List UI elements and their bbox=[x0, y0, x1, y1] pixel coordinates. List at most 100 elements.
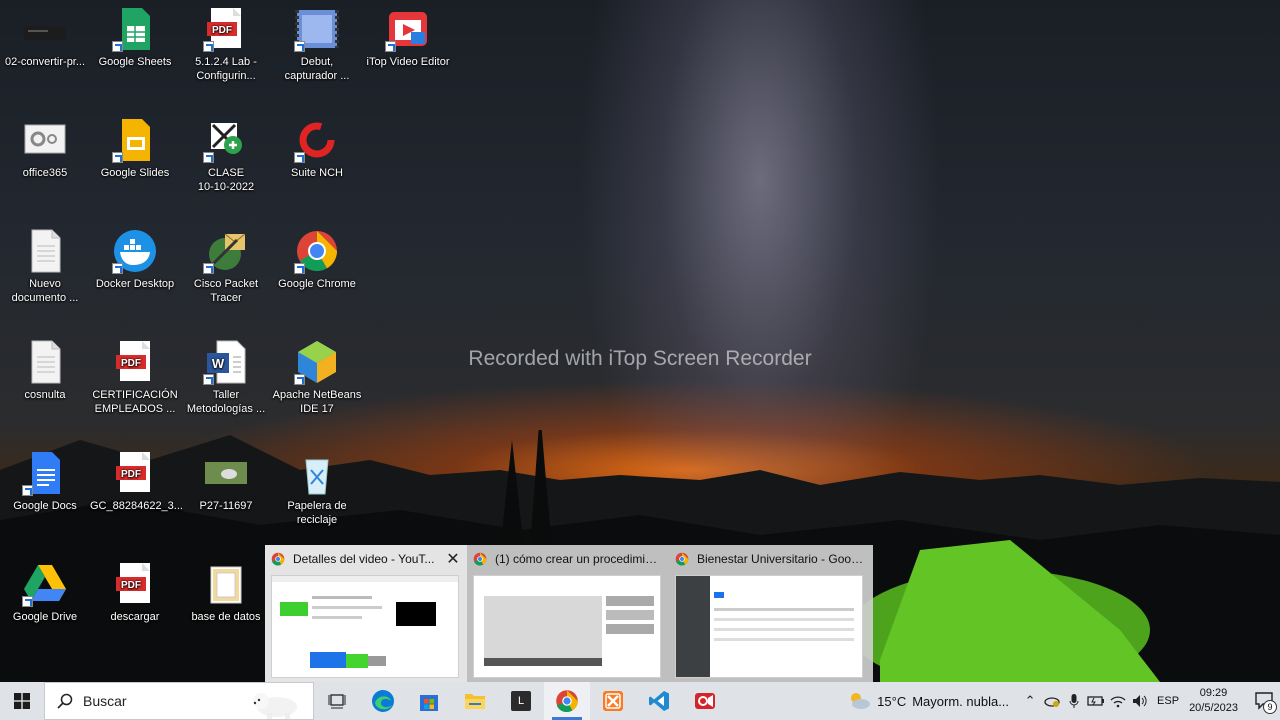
shortcut-arrow-icon bbox=[294, 374, 305, 385]
taskbar-search[interactable]: Buscar bbox=[44, 682, 314, 720]
task-view-button[interactable] bbox=[314, 682, 360, 720]
desktop-icon-label: Taller Metodologías ... bbox=[186, 389, 266, 415]
shortcut-arrow-icon bbox=[112, 263, 123, 274]
chrome-icon bbox=[556, 690, 578, 713]
desktop-icon[interactable]: PDF CERTIFICACIÓN EMPLEADOS ... bbox=[90, 339, 180, 416]
desktop-icon[interactable]: PDF descargar bbox=[90, 561, 180, 624]
shortcut-arrow-icon bbox=[22, 596, 33, 607]
google-drive-icon bbox=[22, 561, 68, 607]
desktop-icon-label: Debut, capturador ... bbox=[284, 56, 350, 82]
task-preview-2[interactable]: (1) cómo crear un procedimien... bbox=[467, 545, 669, 682]
desktop-icon[interactable]: Cisco Packet Tracer bbox=[181, 228, 271, 305]
desktop-icon[interactable]: base de datos bbox=[181, 561, 271, 624]
shortcut-arrow-icon bbox=[385, 41, 396, 52]
partly-cloudy-icon bbox=[851, 693, 871, 709]
desktop-icon[interactable]: Docker Desktop bbox=[90, 228, 180, 291]
vscode-icon bbox=[649, 691, 669, 711]
volume-button[interactable] bbox=[1129, 682, 1151, 720]
desktop-icon-label: 5.1.2.4 Lab - Configurin... bbox=[195, 56, 257, 82]
clock[interactable]: 09:29 20/5/2023 bbox=[1189, 686, 1238, 716]
chevron-up-icon: ⌃ bbox=[1024, 693, 1036, 708]
file-thumbnail-icon bbox=[22, 6, 68, 52]
shortcut-arrow-icon bbox=[203, 374, 214, 385]
microphone-button[interactable] bbox=[1063, 682, 1085, 720]
desktop-icon-label: cosnulta bbox=[24, 389, 66, 401]
desktop-icon[interactable]: Google Slides bbox=[90, 117, 180, 180]
shortcut-arrow-icon bbox=[294, 152, 305, 163]
desktop-icon[interactable]: Nuevo documento ... bbox=[0, 228, 90, 305]
desktop-icon-label: Nuevo documento ... bbox=[11, 278, 79, 304]
taskbar: Buscar L 15°C Mayorm. nubla... ⌃ ESP 09:… bbox=[0, 682, 1280, 720]
desktop-icon[interactable]: W Taller Metodologías ... bbox=[181, 339, 271, 416]
svg-text:PDF: PDF bbox=[121, 469, 141, 480]
wifi-button[interactable] bbox=[1107, 682, 1129, 720]
pdf-icon: PDF bbox=[112, 450, 158, 496]
chrome-app[interactable] bbox=[544, 682, 590, 720]
task-preview-title: (1) cómo crear un procedimien... bbox=[495, 552, 663, 566]
svg-text:PDF: PDF bbox=[212, 25, 232, 36]
svg-text:PDF: PDF bbox=[121, 358, 141, 369]
vscode-app[interactable] bbox=[636, 682, 682, 720]
task-view-icon bbox=[328, 694, 346, 709]
office365-icon bbox=[22, 117, 68, 163]
desktop-icon[interactable]: cosnulta bbox=[0, 339, 90, 402]
desktop-icon[interactable]: Google Docs bbox=[0, 450, 90, 513]
desktop-icon[interactable]: Google Chrome bbox=[272, 228, 362, 291]
windows-logo-icon bbox=[14, 693, 30, 709]
edge-icon bbox=[372, 690, 394, 712]
desktop-icon[interactable]: Google Drive bbox=[0, 561, 90, 624]
itop-recorder-icon bbox=[695, 693, 715, 709]
task-preview-title: Bienestar Universitario - Google... bbox=[697, 552, 865, 566]
desktop-icon[interactable]: Suite NCH bbox=[272, 117, 362, 180]
task-preview-3[interactable]: Bienestar Universitario - Google... bbox=[669, 545, 871, 682]
image-file-icon bbox=[203, 450, 249, 496]
desktop-icon[interactable]: Google Sheets bbox=[90, 6, 180, 69]
battery-button[interactable] bbox=[1085, 682, 1107, 720]
tray-app-button[interactable] bbox=[1041, 682, 1063, 720]
cloud-sync-icon bbox=[1044, 697, 1060, 707]
taskbar-preview-strip: Detalles del video - YouT... ✕ (1) cómo … bbox=[265, 545, 873, 682]
desktop-icon-label: descargar bbox=[110, 611, 160, 623]
speaker-icon bbox=[1133, 695, 1147, 707]
desktop-icon[interactable]: Debut, capturador ... bbox=[272, 6, 362, 83]
desktop-icon[interactable]: 02-convertir-pr... bbox=[0, 6, 90, 69]
recycle-bin-icon bbox=[294, 450, 340, 496]
shortcut-arrow-icon bbox=[22, 485, 33, 496]
chrome-icon bbox=[675, 552, 689, 566]
desktop-icon-label: Docker Desktop bbox=[95, 278, 175, 290]
desktop-icon-label: base de datos bbox=[191, 611, 261, 623]
file-explorer-app[interactable] bbox=[452, 682, 498, 720]
desktop-icon-label: 02-convertir-pr... bbox=[4, 56, 86, 68]
weather-widget[interactable]: 15°C Mayorm. nubla... bbox=[847, 691, 1009, 711]
shortcut-arrow-icon bbox=[203, 152, 214, 163]
shortcut-arrow-icon bbox=[112, 152, 123, 163]
desktop-icon[interactable]: CLASE 10-10-2022 bbox=[181, 117, 271, 194]
window-thumbnail bbox=[473, 575, 661, 678]
l-app[interactable]: L bbox=[498, 682, 544, 720]
task-preview-1[interactable]: Detalles del video - YouT... ✕ bbox=[265, 545, 467, 682]
edge-app[interactable] bbox=[360, 682, 406, 720]
microphone-icon bbox=[1069, 694, 1079, 708]
store-app[interactable] bbox=[406, 682, 452, 720]
clase-video-icon bbox=[203, 117, 249, 163]
desktop-icon[interactable]: P27-11697 bbox=[181, 450, 271, 513]
task-preview-title: Detalles del video - YouT... bbox=[293, 552, 435, 566]
desktop-icon[interactable]: PDF 5.1.2.4 Lab - Configurin... bbox=[181, 6, 271, 83]
input-language[interactable]: ESP bbox=[1157, 695, 1179, 707]
chrome-icon bbox=[294, 228, 340, 274]
svg-text:PDF: PDF bbox=[121, 580, 141, 591]
notification-center-button[interactable]: 9 bbox=[1250, 682, 1280, 720]
desktop-icon[interactable]: Papelera de reciclaje bbox=[272, 450, 362, 527]
close-icon[interactable]: ✕ bbox=[445, 551, 461, 567]
desktop-icon[interactable]: iTop Video Editor bbox=[363, 6, 453, 69]
start-button[interactable] bbox=[0, 682, 44, 720]
tray-overflow-button[interactable]: ⌃ bbox=[1019, 682, 1041, 720]
xampp-app[interactable] bbox=[590, 682, 636, 720]
desktop-icon[interactable]: PDF GC_88284622_3... bbox=[90, 450, 183, 513]
desktop-icon[interactable]: office365 bbox=[0, 117, 90, 180]
l-app-icon: L bbox=[511, 691, 531, 711]
desktop-icon-label: iTop Video Editor bbox=[366, 56, 450, 68]
shortcut-arrow-icon bbox=[294, 263, 305, 274]
desktop-icon[interactable]: Apache NetBeans IDE 17 bbox=[272, 339, 362, 416]
itop-recorder-app[interactable] bbox=[682, 682, 728, 720]
